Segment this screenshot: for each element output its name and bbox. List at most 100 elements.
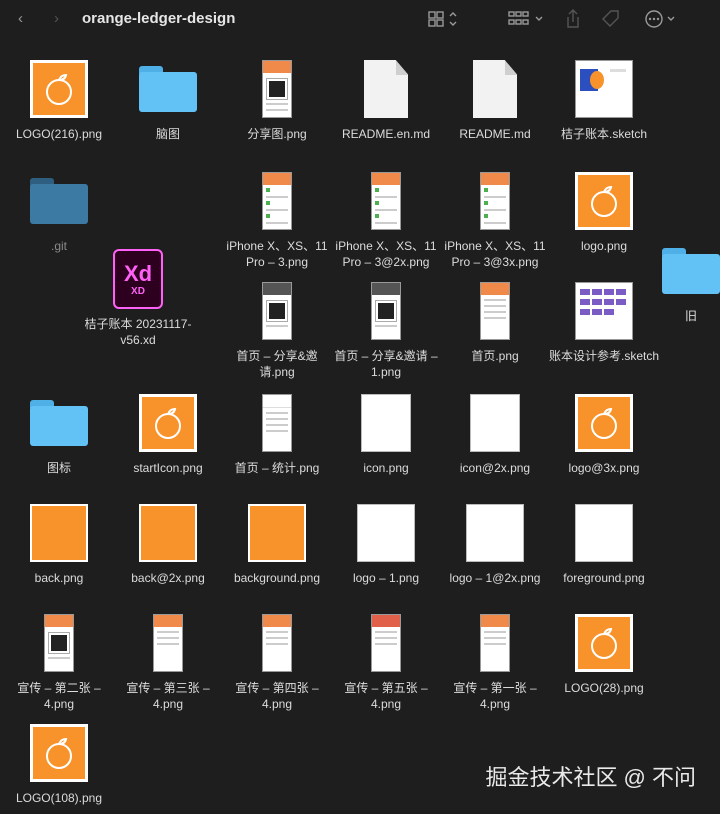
file-item[interactable]: startIcon.png (112, 392, 224, 476)
image-thumbnail (357, 504, 415, 562)
file-item[interactable]: 首页 – 分享&邀请 – 1.png (330, 280, 442, 380)
folder-icon (30, 178, 88, 224)
file-name: icon.png (363, 461, 409, 475)
file-item[interactable]: 宣传 – 第五张 – 4.png (330, 612, 442, 712)
file-name: 桔子账本 20231117-v56.xd (84, 317, 192, 347)
orange-logo-icon (139, 394, 197, 452)
file-item[interactable]: 宣传 – 第一张 – 4.png (439, 612, 551, 712)
image-thumbnail (361, 394, 411, 452)
folder-item[interactable]: 脑图 (112, 58, 224, 142)
file-name: 图标 (46, 461, 71, 475)
orange-logo-icon (575, 172, 633, 230)
file-name: back@2x.png (131, 571, 205, 585)
file-name: logo – 1.png (352, 571, 420, 585)
file-name: README.md (459, 127, 531, 141)
image-thumbnail (44, 614, 74, 672)
back-button[interactable]: ‹ (18, 8, 23, 30)
folder-item[interactable]: 图标 (3, 392, 115, 476)
file-name: 首页 – 分享&邀请 – 1.png (334, 349, 438, 379)
image-thumbnail (575, 504, 633, 562)
adobe-xd-icon: Xd XD (113, 249, 163, 309)
file-item[interactable]: 首页 – 统计.png (221, 392, 333, 476)
orange-logo-icon (575, 614, 633, 672)
image-thumbnail (262, 60, 292, 118)
file-item[interactable]: iPhone X、XS、11 Pro – 3@3x.png (439, 170, 551, 270)
file-item[interactable]: README.md (439, 58, 551, 142)
file-name: 账本设计参考.sketch (548, 349, 660, 363)
image-thumbnail (30, 504, 88, 562)
file-item[interactable]: iPhone X、XS、11 Pro – 3.png (221, 170, 333, 270)
file-name: LOGO(216).png (15, 127, 103, 141)
file-name: LOGO(28).png (564, 681, 644, 695)
image-thumbnail (262, 172, 292, 230)
file-item[interactable]: icon@2x.png (439, 392, 551, 476)
document-icon (364, 60, 408, 118)
file-name: 脑图 (155, 127, 180, 141)
file-item[interactable]: 首页.png (439, 280, 551, 364)
file-name: iPhone X、XS、11 Pro – 3@2x.png (335, 239, 437, 269)
file-item[interactable]: back@2x.png (112, 502, 224, 586)
file-item[interactable]: foreground.png (548, 502, 660, 586)
file-item[interactable]: 桔子账本.sketch (548, 58, 660, 142)
file-item[interactable]: 首页 – 分享&邀请.png (221, 280, 333, 380)
file-name: iPhone X、XS、11 Pro – 3.png (226, 239, 328, 269)
file-name: README.en.md (341, 127, 431, 141)
file-name: LOGO(108).png (15, 791, 103, 805)
file-item[interactable]: 宣传 – 第三张 – 4.png (112, 612, 224, 712)
file-item[interactable]: 分享图.png (221, 58, 333, 142)
watermark: 掘金技术社区 @ 不问 (485, 765, 696, 790)
file-item[interactable]: 宣传 – 第二张 – 4.png (3, 612, 115, 712)
image-thumbnail (371, 282, 401, 340)
image-thumbnail (139, 504, 197, 562)
folder-item[interactable]: .git (3, 170, 115, 254)
folder-icon (139, 66, 197, 112)
file-item[interactable]: Xd XD 桔子账本 20231117-v56.xd (82, 248, 194, 348)
forward-button[interactable]: › (54, 8, 59, 30)
file-name: 桔子账本.sketch (560, 127, 648, 141)
orange-logo-icon (30, 724, 88, 782)
file-item[interactable]: README.en.md (330, 58, 442, 142)
more-icon[interactable] (644, 8, 680, 30)
file-item[interactable]: LOGO(216).png (3, 58, 115, 142)
file-item[interactable]: 账本设计参考.sketch (548, 280, 660, 364)
sketch-file-icon (575, 60, 633, 118)
file-name: 宣传 – 第三张 – 4.png (126, 681, 210, 711)
image-thumbnail (371, 172, 401, 230)
sketch-file-icon (575, 282, 633, 340)
file-name: logo – 1@2x.png (449, 571, 541, 585)
file-item[interactable]: icon.png (330, 392, 442, 476)
orange-logo-icon (575, 394, 633, 452)
file-item[interactable]: LOGO(108).png (3, 722, 115, 806)
orange-logo-icon (30, 60, 88, 118)
image-thumbnail (480, 282, 510, 340)
image-thumbnail (262, 614, 292, 672)
file-name: startIcon.png (133, 461, 203, 475)
file-name: background.png (233, 571, 321, 585)
file-item[interactable]: back.png (3, 502, 115, 586)
file-name: logo.png (580, 239, 628, 253)
file-name: logo@3x.png (568, 461, 640, 475)
file-item[interactable]: logo – 1.png (330, 502, 442, 586)
image-thumbnail (466, 504, 524, 562)
file-name: icon@2x.png (459, 461, 531, 475)
file-name: 首页 – 分享&邀请.png (236, 349, 318, 379)
share-icon[interactable] (564, 8, 582, 30)
file-item[interactable]: logo.png (548, 170, 660, 254)
file-name: 宣传 – 第五张 – 4.png (344, 681, 428, 711)
image-thumbnail (480, 172, 510, 230)
file-name: foreground.png (563, 571, 645, 585)
folder-icon (662, 248, 720, 294)
window-title: orange-ledger-design (82, 10, 236, 27)
grid-view-icon[interactable] (428, 8, 460, 30)
file-name: back.png (34, 571, 84, 585)
file-item[interactable]: LOGO(28).png (548, 612, 660, 696)
file-item[interactable]: 宣传 – 第四张 – 4.png (221, 612, 333, 712)
file-item[interactable]: logo@3x.png (548, 392, 660, 476)
tag-icon[interactable] (600, 8, 622, 30)
file-item[interactable]: logo – 1@2x.png (439, 502, 551, 586)
file-name: 宣传 – 第二张 – 4.png (17, 681, 101, 711)
file-item[interactable]: background.png (221, 502, 333, 586)
folder-item[interactable]: 旧 (662, 240, 720, 324)
file-item[interactable]: iPhone X、XS、11 Pro – 3@2x.png (330, 170, 442, 270)
group-icon[interactable] (508, 8, 546, 30)
